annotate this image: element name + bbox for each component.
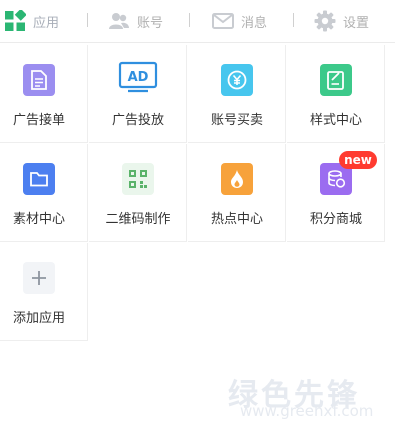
app-style-center[interactable]: 样式中心 <box>287 45 385 143</box>
qr-code-icon <box>122 163 154 195</box>
ad-screen-icon: AD <box>117 60 159 96</box>
watermark-url: www.greenxf.com <box>240 402 374 420</box>
app-account-trading[interactable]: 账号买卖 <box>188 45 286 143</box>
users-icon <box>108 12 130 30</box>
app-label: 账号买卖 <box>210 113 263 128</box>
document-icon <box>23 64 55 96</box>
app-label: 添加应用 <box>12 311 65 326</box>
nav-tab-apps[interactable]: 应用 <box>4 0 59 42</box>
plus-icon <box>23 262 55 294</box>
nav-divider <box>87 13 88 27</box>
app-ad-orders[interactable]: 广告接单 <box>0 45 88 143</box>
nav-tab-account[interactable]: 账号 <box>108 0 163 42</box>
nav-tab-settings[interactable]: 设置 <box>314 0 369 42</box>
app-label: 广告接单 <box>12 113 65 128</box>
edit-note-icon <box>320 64 352 96</box>
folder-icon <box>23 163 55 195</box>
apps-grid-icon <box>4 10 26 32</box>
app-add-new[interactable]: 添加应用 <box>0 243 88 341</box>
nav-divider <box>189 13 190 27</box>
nav-tab-label: 应用 <box>33 15 60 31</box>
app-label: 积分商城 <box>309 212 362 227</box>
mail-icon <box>212 12 234 30</box>
app-label: 素材中心 <box>12 212 65 227</box>
app-label: 热点中心 <box>210 212 263 227</box>
nav-tab-label: 消息 <box>241 15 268 31</box>
app-ad-placement[interactable]: AD 广告投放 <box>89 45 187 143</box>
nav-tab-messages[interactable]: 消息 <box>212 0 267 42</box>
top-nav: 应用 账号 消息 设置 <box>0 0 395 43</box>
flame-icon <box>221 163 253 195</box>
app-qr-code[interactable]: 二维码制作 <box>89 144 187 242</box>
gear-icon <box>314 10 336 32</box>
app-label: 二维码制作 <box>105 212 171 227</box>
nav-tab-label: 设置 <box>343 15 370 31</box>
app-hot-topics[interactable]: 热点中心 <box>188 144 286 242</box>
app-label: 广告投放 <box>111 113 164 128</box>
app-material-center[interactable]: 素材中心 <box>0 144 88 242</box>
nav-divider <box>293 13 294 27</box>
svg-text:AD: AD <box>128 70 149 85</box>
nav-tab-label: 账号 <box>137 15 164 31</box>
app-label: 样式中心 <box>309 113 362 128</box>
new-badge: new <box>339 151 377 169</box>
yuan-coin-icon <box>221 64 253 96</box>
